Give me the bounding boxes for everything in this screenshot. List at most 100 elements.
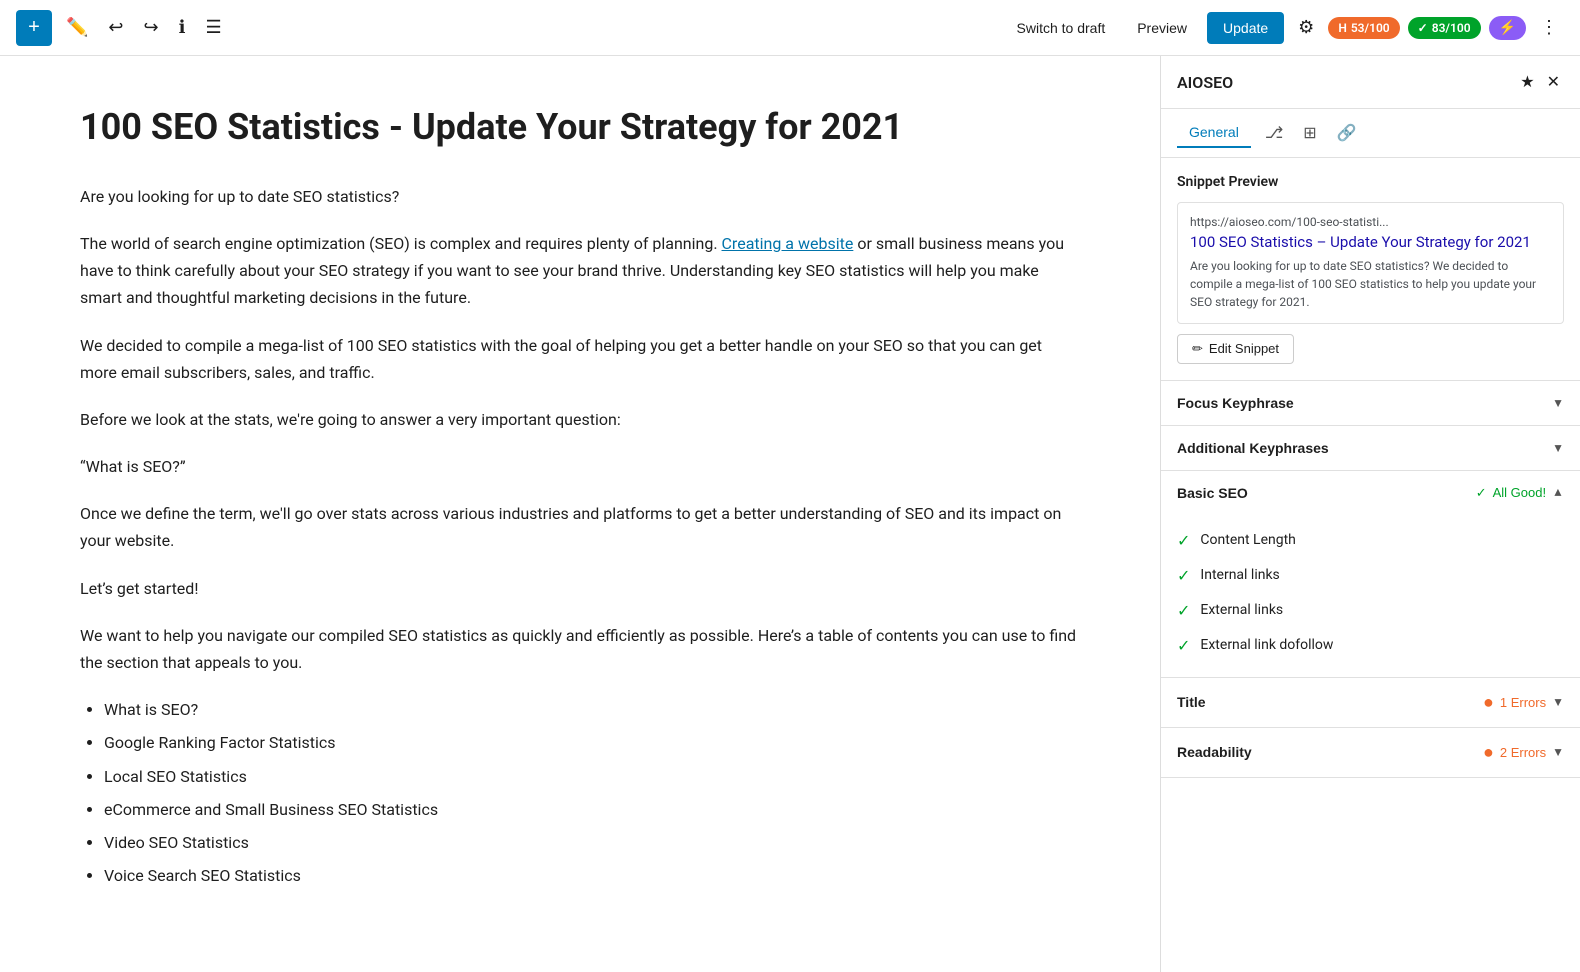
score-g-value: 83/100 <box>1432 21 1471 35</box>
list-item: Voice Search SEO Statistics <box>104 862 1080 889</box>
readability-score-badge[interactable]: ✓ 83/100 <box>1408 17 1481 39</box>
table-icon: ⊞ <box>1303 123 1316 143</box>
share-icon: ⎇ <box>1265 123 1283 143</box>
preview-button[interactable]: Preview <box>1125 14 1199 42</box>
paragraph-1: Are you looking for up to date SEO stati… <box>80 183 1080 210</box>
settings-button[interactable]: ⚙ <box>1292 11 1320 44</box>
snippet-preview-section: Snippet Preview https://aioseo.com/100-s… <box>1161 158 1580 381</box>
edit-icon-btn[interactable]: ✏️ <box>60 11 94 44</box>
check-icon: ✓ <box>1177 531 1190 550</box>
check-icon: ✓ <box>1177 601 1190 620</box>
snippet-box: https://aioseo.com/100-seo-statisti... 1… <box>1177 202 1564 324</box>
snippet-headline[interactable]: 100 SEO Statistics – Update Your Strateg… <box>1190 233 1551 253</box>
tab-general[interactable]: General <box>1177 118 1251 148</box>
tab-schema[interactable]: ⊞ <box>1297 117 1322 149</box>
redo-button[interactable]: ↪ <box>138 11 165 44</box>
post-body: Are you looking for up to date SEO stati… <box>80 183 1080 890</box>
toolbar-right: Switch to draft Preview Update ⚙ H 53/10… <box>1005 11 1564 44</box>
ellipsis-icon: ⋮ <box>1540 17 1558 38</box>
seo-item-label: Internal links <box>1200 567 1279 583</box>
pencil-small-icon: ✏ <box>1192 341 1203 357</box>
chevron-up-icon: ▼ <box>1552 486 1564 500</box>
check-icon: ✓ <box>1177 636 1190 655</box>
seo-item: ✓ External link dofollow <box>1177 628 1564 663</box>
seo-item: ✓ Internal links <box>1177 558 1564 593</box>
close-icon: ✕ <box>1547 72 1560 92</box>
tab-share[interactable]: ⎇ <box>1259 117 1289 149</box>
chevron-down-icon: ▼ <box>1552 441 1564 455</box>
undo-button[interactable]: ↩ <box>102 11 129 44</box>
dot-orange-icon: ● <box>1483 692 1494 713</box>
readability-label: Readability <box>1177 744 1252 760</box>
focus-keyphrase-toggle[interactable]: Focus Keyphrase ▼ <box>1161 381 1580 425</box>
switch-to-draft-button[interactable]: Switch to draft <box>1005 14 1118 42</box>
chevron-down-icon: ▼ <box>1552 695 1564 709</box>
list-item: Local SEO Statistics <box>104 763 1080 790</box>
redo-icon: ↪ <box>144 17 159 38</box>
paragraph-2: The world of search engine optimization … <box>80 230 1080 312</box>
score-h-letter: H <box>1338 21 1347 35</box>
title-status: 1 Errors <box>1500 695 1546 710</box>
paragraph-5: “What is SEO?” <box>80 453 1080 480</box>
update-button[interactable]: Update <box>1207 12 1284 44</box>
readability-status-group: ● 2 Errors ▼ <box>1483 742 1564 763</box>
undo-icon: ↩ <box>108 17 123 38</box>
chevron-down-icon: ▼ <box>1552 745 1564 759</box>
paragraph-3: We decided to compile a mega-list of 100… <box>80 332 1080 386</box>
readability-section: Readability ● 2 Errors ▼ <box>1161 728 1580 778</box>
seo-score-badge[interactable]: H 53/100 <box>1328 17 1399 39</box>
paragraph-7: Let’s get started! <box>80 575 1080 602</box>
seo-item-label: External links <box>1200 602 1283 618</box>
chevron-down-icon: ▼ <box>1552 396 1564 410</box>
score-h-value: 53/100 <box>1351 21 1390 35</box>
basic-seo-items: ✓ Content Length ✓ Internal links ✓ Exte… <box>1161 515 1580 677</box>
title-section-label: Title <box>1177 694 1206 710</box>
info-icon: ℹ <box>179 17 186 38</box>
basic-seo-label: Basic SEO <box>1177 485 1248 501</box>
basic-seo-status-group: ✓ All Good! ▼ <box>1476 485 1564 501</box>
list-item: What is SEO? <box>104 696 1080 723</box>
info-button[interactable]: ℹ <box>173 11 192 44</box>
sidebar-nav: General ⎇ ⊞ 🔗 <box>1161 109 1580 158</box>
toolbar-left: + ✏️ ↩ ↪ ℹ ☰ <box>16 10 228 46</box>
edit-snippet-button[interactable]: ✏ Edit Snippet <box>1177 334 1294 364</box>
title-status-group: ● 1 Errors ▼ <box>1483 692 1564 713</box>
basic-seo-toggle[interactable]: Basic SEO ✓ All Good! ▼ <box>1161 471 1580 515</box>
list-item: Google Ranking Factor Statistics <box>104 729 1080 756</box>
snippet-description: Are you looking for up to date SEO stati… <box>1190 257 1551 311</box>
basic-seo-section: Basic SEO ✓ All Good! ▼ ✓ Content Length… <box>1161 471 1580 678</box>
more-options-button[interactable]: ⋮ <box>1534 11 1564 44</box>
paragraph-8: We want to help you navigate our compile… <box>80 622 1080 676</box>
snippet-preview-title: Snippet Preview <box>1177 174 1564 190</box>
list-icon: ☰ <box>205 17 221 38</box>
close-sidebar-button[interactable]: ✕ <box>1543 68 1564 96</box>
creating-website-link[interactable]: Creating a website <box>722 234 854 253</box>
focus-keyphrase-label: Focus Keyphrase <box>1177 395 1294 411</box>
plus-icon: + <box>28 16 40 39</box>
title-toggle[interactable]: Title ● 1 Errors ▼ <box>1161 678 1580 727</box>
star-icon: ★ <box>1520 72 1534 92</box>
bolt-icon: ⚡ <box>1499 20 1516 36</box>
star-button[interactable]: ★ <box>1516 68 1538 96</box>
readability-status: 2 Errors <box>1500 745 1546 760</box>
post-title[interactable]: 100 SEO Statistics - Update Your Strateg… <box>80 104 1080 151</box>
snippet-url: https://aioseo.com/100-seo-statisti... <box>1190 215 1551 229</box>
readability-toggle[interactable]: Readability ● 2 Errors ▼ <box>1161 728 1580 777</box>
additional-keyphrases-section: Additional Keyphrases ▼ <box>1161 426 1580 471</box>
sidebar-header-actions: ★ ✕ <box>1516 68 1564 96</box>
sidebar-title: AIOSEO <box>1177 73 1233 92</box>
add-block-button[interactable]: + <box>16 10 52 46</box>
seo-item-label: Content Length <box>1200 532 1295 548</box>
additional-keyphrases-toggle[interactable]: Additional Keyphrases ▼ <box>1161 426 1580 470</box>
list-view-button[interactable]: ☰ <box>199 11 227 44</box>
list-item: eCommerce and Small Business SEO Statist… <box>104 796 1080 823</box>
focus-keyphrase-section: Focus Keyphrase ▼ <box>1161 381 1580 426</box>
checkmark-icon: ✓ <box>1418 21 1428 35</box>
tab-link[interactable]: 🔗 <box>1331 117 1363 149</box>
table-of-contents-list: What is SEO? Google Ranking Factor Stati… <box>104 696 1080 889</box>
paragraph-4: Before we look at the stats, we're going… <box>80 406 1080 433</box>
paragraph-6: Once we define the term, we'll go over s… <box>80 500 1080 554</box>
link-icon: 🔗 <box>1337 123 1357 143</box>
gear-icon: ⚙ <box>1298 17 1314 38</box>
bolt-badge[interactable]: ⚡ <box>1489 16 1526 40</box>
